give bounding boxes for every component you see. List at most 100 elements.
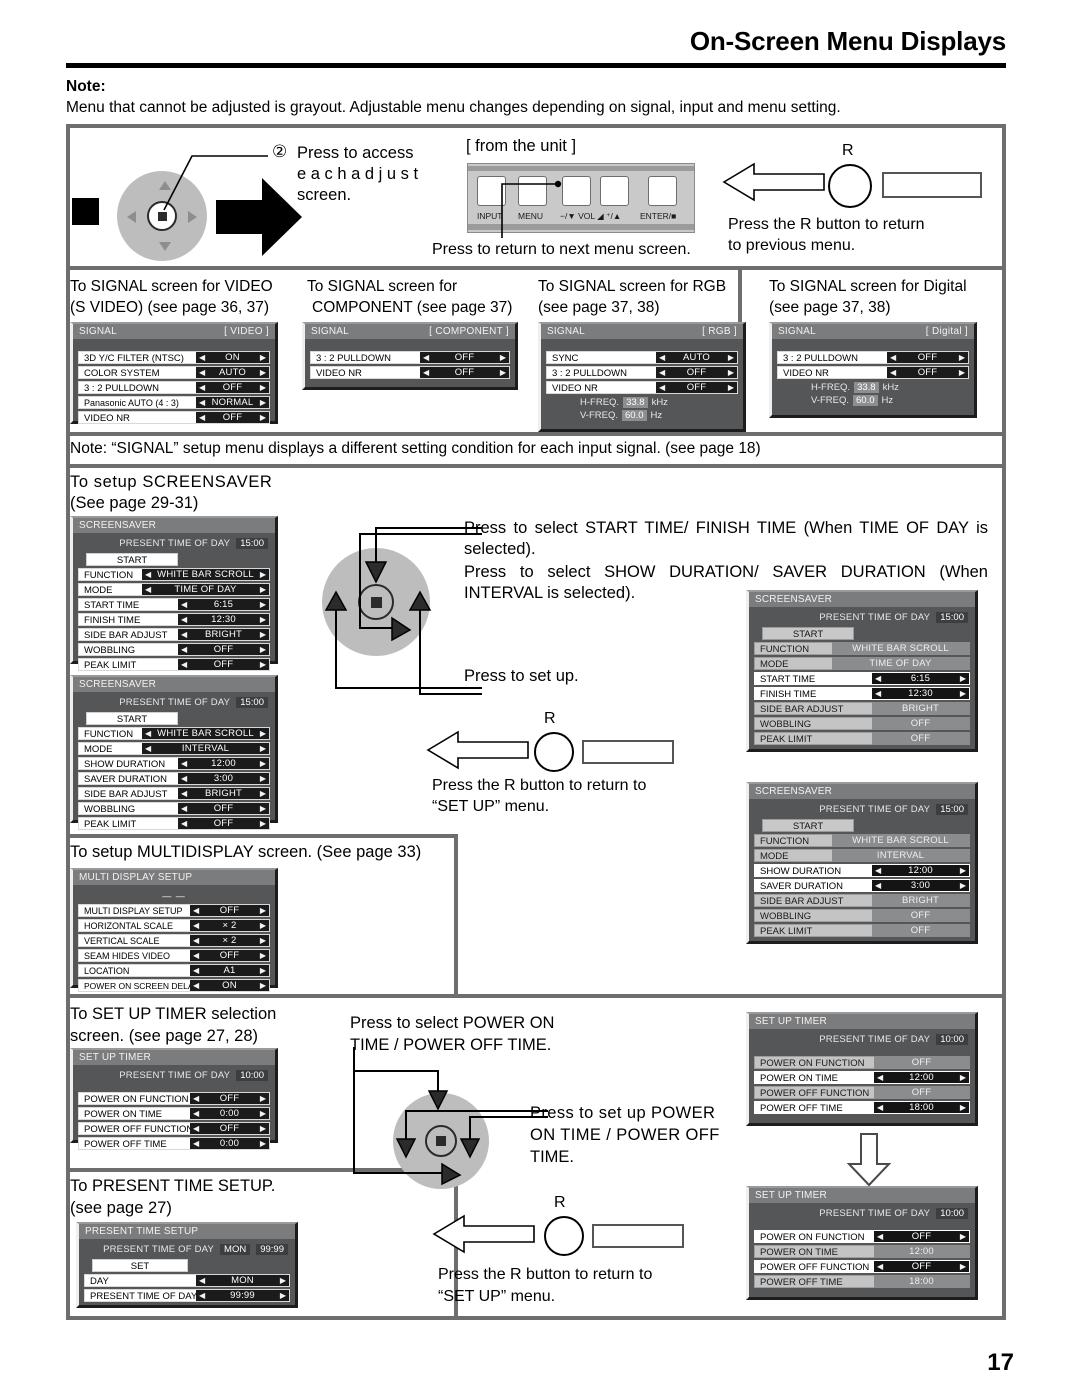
menu-row[interactable]: MODE ◀ INTERVAL ▶ — [78, 742, 270, 755]
menu-row[interactable]: LOCATION ◀ A1 ▶ — [78, 964, 270, 977]
arrow-right-icon[interactable]: ▶ — [960, 1262, 966, 1271]
arrow-left-icon[interactable]: ◀ — [193, 981, 199, 990]
arrow-right-icon[interactable]: ▶ — [260, 744, 266, 753]
arrow-left-icon[interactable]: ◀ — [181, 759, 187, 768]
menu-row-value-cell[interactable]: ◀ 12:00 ▶ — [178, 757, 270, 770]
arrow-left-icon[interactable]: ◀ — [877, 1103, 883, 1112]
arrow-right-icon[interactable]: ▶ — [280, 1276, 286, 1285]
arrow-left-icon[interactable]: ◀ — [199, 1276, 205, 1285]
arrow-right-icon[interactable]: ▶ — [959, 368, 965, 377]
arrow-left-icon[interactable]: ◀ — [875, 866, 881, 875]
arrow-left-icon[interactable]: ◀ — [875, 881, 881, 890]
menu-row-value-cell[interactable]: ◀ 99:99 ▶ — [196, 1289, 290, 1302]
menu-row-value-cell[interactable]: ◀ OFF ▶ — [178, 817, 270, 830]
arrow-left-icon[interactable]: ◀ — [877, 1262, 883, 1271]
arrow-left-icon[interactable]: ◀ — [193, 951, 199, 960]
arrow-left-icon[interactable]: ◀ — [181, 819, 187, 828]
arrow-right-icon[interactable]: ▶ — [260, 1139, 266, 1148]
osd-signal-digital[interactable]: SIGNAL [ Digital ] 3 : 2 PULLDOWN ◀ OFF ▶ … — [769, 322, 977, 418]
arrow-left-icon[interactable]: ◀ — [145, 729, 151, 738]
menu-row[interactable]: VIDEO NR ◀ OFF ▶ — [310, 366, 510, 379]
arrow-right-icon[interactable]: ▶ — [260, 660, 266, 669]
menu-row-value-cell[interactable]: ◀ 12:30 ▶ — [872, 687, 970, 700]
menu-row[interactable]: START TIME ◀ 6:15 ▶ — [78, 598, 270, 611]
menu-row[interactable]: FINISH TIME ◀ 12:30 ▶ — [78, 613, 270, 626]
arrow-left-icon[interactable]: ◀ — [145, 570, 151, 579]
menu-row[interactable]: POWER ON TIME ◀ 0:00 ▶ — [78, 1107, 270, 1120]
menu-row[interactable]: PEAK LIMIT ◀ OFF ▶ — [78, 658, 270, 671]
arrow-left-icon[interactable]: ◀ — [877, 1073, 883, 1082]
start-button[interactable]: START — [86, 553, 178, 566]
arrow-right-icon[interactable]: ▶ — [960, 1103, 966, 1112]
arrow-left-icon[interactable]: ◀ — [199, 353, 205, 362]
arrow-left-icon[interactable]: ◀ — [181, 660, 187, 669]
arrow-left-icon[interactable]: ◀ — [199, 368, 205, 377]
start-button[interactable]: START — [762, 627, 854, 640]
arrow-right-icon[interactable]: ▶ — [260, 921, 266, 930]
arrow-left-icon[interactable]: ◀ — [199, 413, 205, 422]
menu-row-value-cell[interactable]: ◀ BRIGHT ▶ — [178, 628, 270, 641]
arrow-right-icon[interactable]: ▶ — [260, 1094, 266, 1103]
menu-row-value-cell[interactable]: ◀ 12:00 ▶ — [872, 864, 970, 877]
arrow-left-icon[interactable]: ◀ — [423, 368, 429, 377]
arrow-right-icon[interactable]: ▶ — [960, 674, 966, 683]
arrow-right-icon[interactable]: ▶ — [500, 353, 506, 362]
arrow-right-icon[interactable]: ▶ — [260, 759, 266, 768]
arrow-right-icon[interactable]: ▶ — [260, 729, 266, 738]
menu-row[interactable]: SHOW DURATION ◀ 12:00 ▶ — [754, 864, 970, 877]
r-button-circle-icon[interactable] — [544, 1216, 584, 1256]
menu-row[interactable]: FUNCTION ◀ WHITE BAR SCROLL ▶ — [78, 727, 270, 740]
menu-row-value-cell[interactable]: ◀ OFF ▶ — [656, 381, 738, 394]
osd-screensaver-interval-selected[interactable]: SCREENSAVER PRESENT TIME OF DAY 15:00 ST… — [746, 782, 978, 944]
menu-row-value-cell[interactable]: ◀ OFF ▶ — [196, 411, 270, 424]
arrow-right-icon[interactable]: ▶ — [260, 1124, 266, 1133]
arrow-right-icon[interactable]: ▶ — [728, 368, 734, 377]
menu-row-value-cell[interactable]: ◀ TIME OF DAY ▶ — [142, 583, 270, 596]
menu-row[interactable]: HORIZONTAL SCALE ◀ × 2 ▶ — [78, 919, 270, 932]
menu-row-value-cell[interactable]: ◀ BRIGHT ▶ — [178, 787, 270, 800]
osd-signal-rgb[interactable]: SIGNAL [ RGB ] SYNC ◀ AUTO ▶ 3 : 2 PULLDOW… — [538, 322, 746, 432]
menu-row[interactable]: COLOR SYSTEM ◀ AUTO ▶ — [78, 366, 270, 379]
menu-row[interactable]: SAVER DURATION ◀ 3:00 ▶ — [754, 879, 970, 892]
menu-row[interactable]: POWER OFF TIME ◀ 18:00 ▶ — [754, 1101, 970, 1114]
menu-row-value-cell[interactable]: ◀ OFF ▶ — [190, 1092, 270, 1105]
arrow-right-icon[interactable]: ▶ — [960, 866, 966, 875]
arrow-right-icon[interactable]: ▶ — [960, 881, 966, 890]
menu-row[interactable]: FINISH TIME ◀ 12:30 ▶ — [754, 687, 970, 700]
arrow-right-icon[interactable]: ▶ — [260, 936, 266, 945]
arrow-left-icon[interactable]: ◀ — [193, 1139, 199, 1148]
menu-row-value-cell[interactable]: ◀ 3:00 ▶ — [872, 879, 970, 892]
menu-row-value-cell[interactable]: ◀ OFF ▶ — [887, 366, 969, 379]
arrow-left-icon[interactable]: ◀ — [181, 615, 187, 624]
osd-signal-component[interactable]: SIGNAL [ COMPONENT ] 3 : 2 PULLDOWN ◀ OFF… — [302, 322, 518, 390]
menu-row[interactable]: POWER ON TIME ◀ 12:00 ▶ — [754, 1071, 970, 1084]
menu-row-value-cell[interactable]: ◀ OFF ▶ — [178, 802, 270, 815]
menu-row-value-cell[interactable]: ◀ MON ▶ — [196, 1274, 290, 1287]
arrow-right-icon[interactable]: ▶ — [500, 368, 506, 377]
menu-row-value-cell[interactable]: ◀ 18:00 ▶ — [874, 1101, 970, 1114]
menu-row[interactable]: SIDE BAR ADJUST ◀ BRIGHT ▶ — [78, 628, 270, 641]
osd-screensaver-timeofday-selected[interactable]: SCREENSAVER PRESENT TIME OF DAY 15:00 ST… — [746, 590, 978, 752]
arrow-left-icon[interactable]: ◀ — [193, 906, 199, 915]
arrow-left-icon[interactable]: ◀ — [193, 966, 199, 975]
menu-row[interactable]: VERTICAL SCALE ◀ × 2 ▶ — [78, 934, 270, 947]
menu-row-value-cell[interactable]: ◀ INTERVAL ▶ — [142, 742, 270, 755]
menu-row-value-cell[interactable]: ◀ NORMAL ▶ — [196, 396, 270, 409]
arrow-right-icon[interactable]: ▶ — [260, 906, 266, 915]
arrow-left-icon[interactable]: ◀ — [181, 630, 187, 639]
menu-row[interactable]: POWER OFF FUNCTION ◀ OFF ▶ — [754, 1260, 970, 1273]
arrow-right-icon[interactable]: ▶ — [260, 600, 266, 609]
menu-row[interactable]: SEAM HIDES VIDEO ◀ OFF ▶ — [78, 949, 270, 962]
arrow-left-icon[interactable]: ◀ — [659, 368, 665, 377]
menu-row[interactable]: POWER ON SCREEN DELAY ◀ ON ▶ — [78, 979, 270, 992]
menu-row-value-cell[interactable]: ◀ 0:00 ▶ — [190, 1107, 270, 1120]
arrow-right-icon[interactable]: ▶ — [260, 368, 266, 377]
arrow-right-icon[interactable]: ▶ — [260, 585, 266, 594]
arrow-right-icon[interactable]: ▶ — [260, 774, 266, 783]
arrow-left-icon[interactable]: ◀ — [199, 398, 205, 407]
menu-row-value-cell[interactable]: ◀ ON ▶ — [196, 351, 270, 364]
arrow-right-icon[interactable]: ▶ — [260, 951, 266, 960]
menu-row[interactable]: START TIME ◀ 6:15 ▶ — [754, 672, 970, 685]
arrow-left-icon[interactable]: ◀ — [193, 1124, 199, 1133]
menu-row-value-cell[interactable]: ◀ ON ▶ — [190, 979, 270, 992]
